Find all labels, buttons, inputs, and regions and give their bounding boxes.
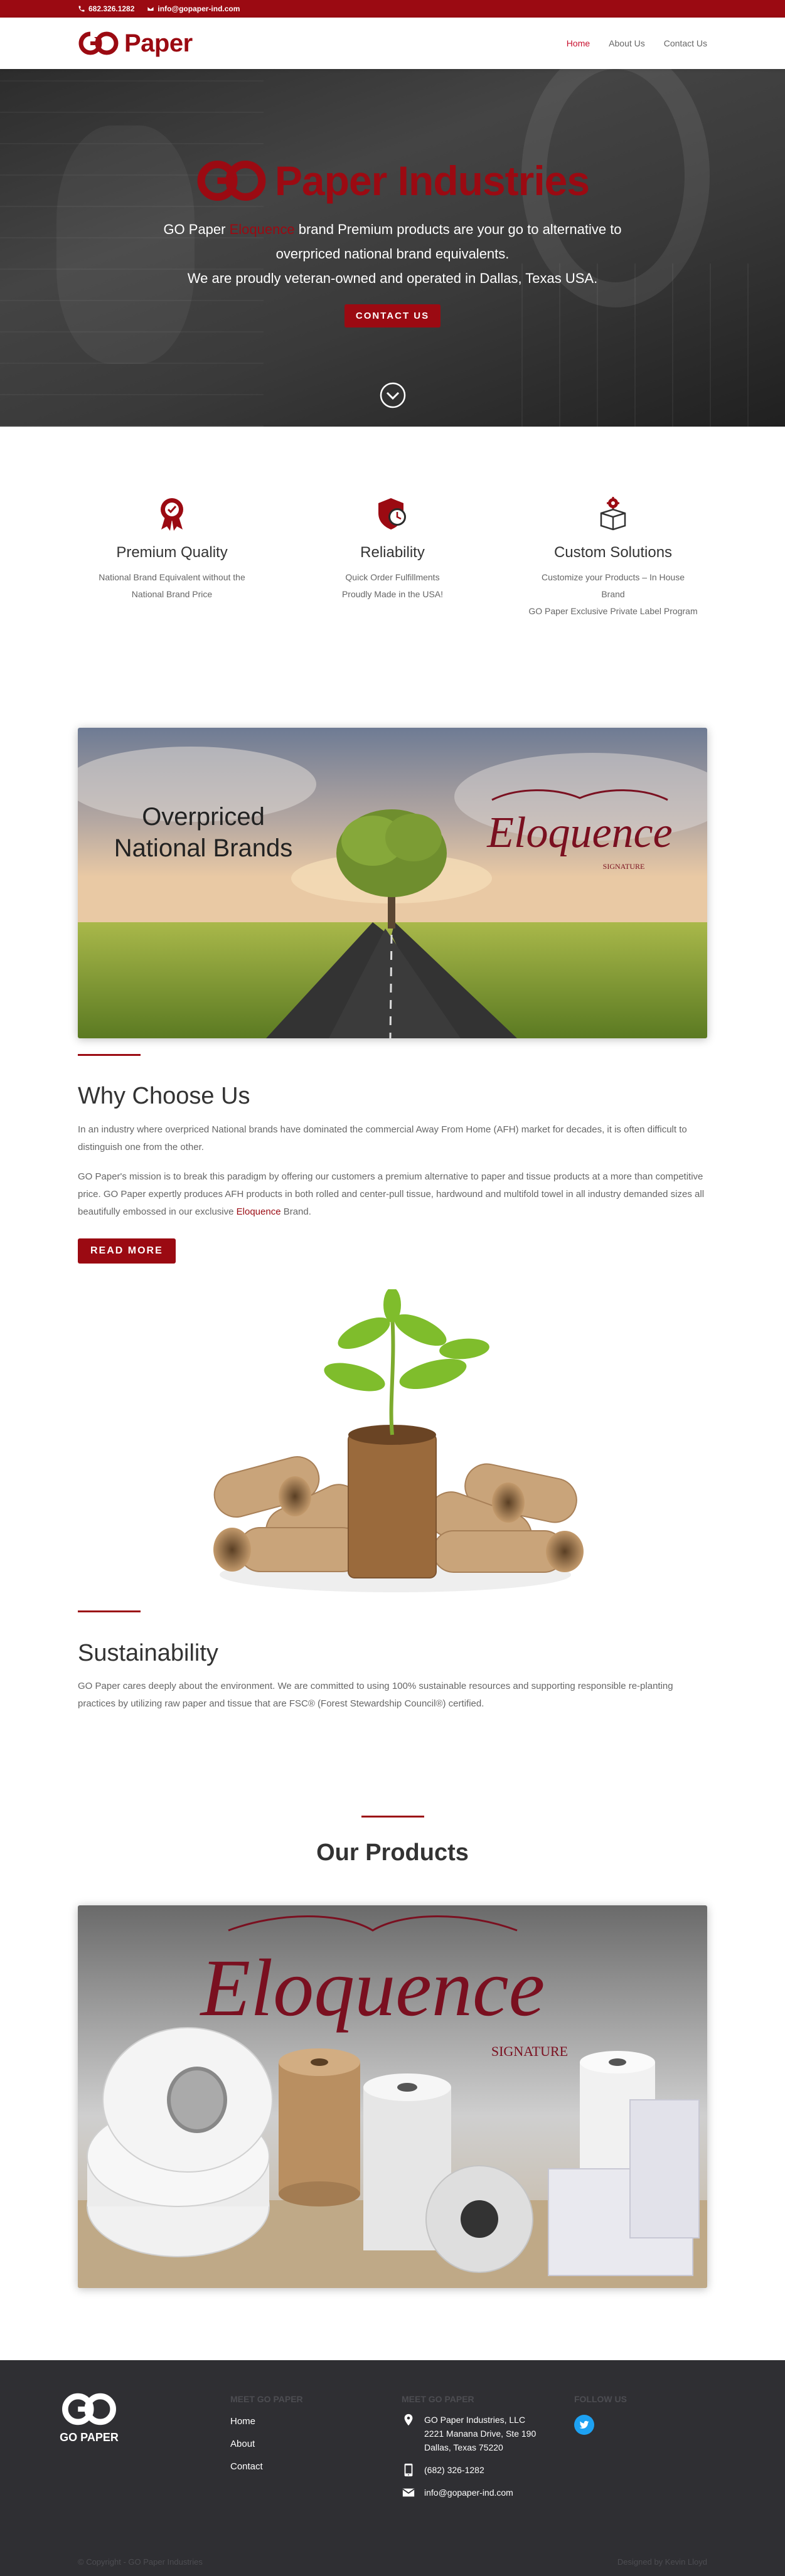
banner-right-sub: SIGNATURE (603, 862, 645, 871)
why-paragraph-1: In an industry where overpriced National… (78, 1124, 687, 1152)
feature-desc: National Brand Equivalent without the Nat… (99, 572, 245, 599)
footer-copyright: © Copyright - GO Paper Industries (78, 2557, 203, 2567)
banner-left-line2: National Brands (114, 834, 293, 862)
footer-address-line3: Dallas, Texas 75220 (424, 2442, 503, 2452)
hero-tagline: GO Paper Eloquence brand Premium product… (0, 217, 785, 290)
map-pin-icon (404, 2414, 413, 2426)
hero-brand: Paper Industries (0, 157, 785, 205)
topbar-email-text: info@gopaper-ind.com (158, 4, 240, 13)
sustainability-title: Sustainability (78, 1640, 218, 1666)
topbar-phone-text: 682.326.1282 (88, 4, 135, 13)
hero-line3: We are proudly veteran-owned and operate… (187, 270, 598, 286)
feature-premium-quality: Premium Quality National Brand Equivalen… (78, 496, 266, 620)
feature-desc: Quick Order Fulfillments Proudly Made in … (341, 572, 444, 599)
why-p2-end: Brand. (283, 1206, 311, 1217)
footer-col1-title: MEET GO PAPER (230, 2394, 303, 2404)
sustainability-image (213, 1289, 584, 1592)
top-bar: 682.326.1282 info@gopaper-ind.com (0, 0, 785, 18)
topbar-phone[interactable]: 682.326.1282 (78, 4, 134, 13)
nav-contact-us[interactable]: Contact Us (664, 38, 707, 48)
hero-section: Paper Industries GO Paper Eloquence bran… (0, 69, 785, 427)
hero-content: Paper Industries GO Paper Eloquence bran… (0, 157, 785, 327)
sustainability-paragraph: GO Paper cares deeply about the environm… (78, 1681, 673, 1709)
features-row: Premium Quality National Brand Equivalen… (78, 496, 707, 620)
read-more-button[interactable]: READ MORE (78, 1238, 176, 1264)
footer-logo[interactable]: GO PAPER (59, 2390, 119, 2444)
go-logo-icon (78, 31, 119, 55)
eloquence-link[interactable]: Eloquence (237, 1206, 281, 1217)
footer-col3-title: FOLLOW US (574, 2394, 627, 2404)
footer-logo-text: GO PAPER (60, 2431, 119, 2444)
section-divider (78, 1054, 141, 1056)
feature-title: Custom Solutions (553, 544, 673, 561)
contact-us-button[interactable]: CONTACT US (344, 304, 441, 327)
go-logo-icon (197, 161, 266, 201)
footer-col2-title: MEET GO PAPER (402, 2394, 474, 2404)
feature-custom-solutions: Custom Solutions Customize your Products… (519, 496, 707, 620)
footer-link-contact[interactable]: Contact (230, 2461, 263, 2472)
why-title: Why Choose Us (78, 1083, 250, 1109)
page: 682.326.1282 info@gopaper-ind.com Paper … (0, 0, 785, 2576)
envelope-icon (147, 6, 154, 11)
products-illustration: Eloquence SIGNATURE (78, 1905, 707, 2288)
hero-line1-post: brand Premium products are your go to al… (298, 221, 622, 237)
topbar-email[interactable]: info@gopaper-ind.com (147, 4, 240, 13)
award-ribbon-icon (161, 498, 183, 531)
footer-phone[interactable]: (682) 326-1282 (402, 2463, 536, 2477)
footer-bottom: © Copyright - GO Paper Industries Design… (78, 2557, 707, 2567)
twitter-button[interactable] (574, 2415, 594, 2435)
footer-designed-by[interactable]: Designed by Kevin Lloyd (617, 2557, 707, 2567)
mobile-phone-icon (404, 2463, 413, 2477)
footer-phone-text: (682) 326-1282 (424, 2465, 484, 2475)
hero-line2: overpriced national brand equivalents. (275, 246, 510, 262)
products-brand: Eloquence (200, 1943, 545, 2033)
logo-text: Paper (124, 29, 193, 57)
products-title: Our Products (316, 1839, 469, 1866)
footer-contact: GO Paper Industries, LLC 2221 Manana Dri… (402, 2413, 536, 2508)
feature-title: Reliability (360, 544, 425, 561)
hero-brand-text: Paper Industries (274, 157, 590, 204)
why-paragraph-2: GO Paper's mission is to break this para… (78, 1168, 707, 1221)
phone-icon (78, 6, 85, 12)
feature-title: Premium Quality (116, 544, 228, 561)
banner-right-brand: Eloquence (486, 809, 672, 857)
gear-box-icon (600, 497, 626, 531)
feature-reliability: Reliability Quick Order Fulfillments Prou… (299, 496, 487, 620)
products-sub: SIGNATURE (491, 2043, 568, 2059)
footer-link-about[interactable]: About (230, 2439, 263, 2449)
nav-home[interactable]: Home (567, 38, 590, 48)
footer-address-line1: GO Paper Industries, LLC (424, 2415, 526, 2425)
banner-left-line1: Overpriced (142, 803, 265, 831)
site-logo[interactable]: Paper (78, 29, 193, 58)
site-header: Paper Home About Us Contact Us (0, 18, 785, 69)
section-divider (78, 1610, 141, 1612)
nav-about-us[interactable]: About Us (609, 38, 645, 48)
twitter-icon (579, 2420, 589, 2429)
main-nav: Home About Us Contact Us (567, 38, 707, 48)
envelope-icon (402, 2488, 415, 2497)
hero-line1-brand: Eloquence (229, 221, 295, 237)
go-logo-icon (62, 2393, 116, 2425)
shield-clock-icon (378, 498, 406, 530)
footer-address-line2: 2221 Manana Drive, Ste 190 (424, 2429, 537, 2439)
hero-line1-pre: GO Paper (163, 221, 226, 237)
section-divider (361, 1816, 424, 1818)
footer-address: GO Paper Industries, LLC 2221 Manana Dri… (402, 2413, 536, 2454)
products-banner-image: Eloquence SIGNATURE (78, 1905, 707, 2288)
site-footer: GO PAPER MEET GO PAPER Home About Contac… (0, 2360, 785, 2576)
banner-illustration: Overpriced National Brands Eloquence SIG… (78, 728, 707, 1038)
feature-desc: Customize your Products – In House Brand G… (528, 572, 698, 616)
why-p2-text: GO Paper's mission is to break this para… (78, 1171, 705, 1217)
footer-email[interactable]: info@gopaper-ind.com (402, 2486, 536, 2499)
footer-email-text: info@gopaper-ind.com (424, 2488, 513, 2498)
scroll-down-icon[interactable] (379, 381, 407, 409)
brands-banner-image: Overpriced National Brands Eloquence SIG… (78, 728, 707, 1038)
footer-links: Home About Contact (230, 2416, 263, 2484)
footer-link-home[interactable]: Home (230, 2416, 263, 2427)
